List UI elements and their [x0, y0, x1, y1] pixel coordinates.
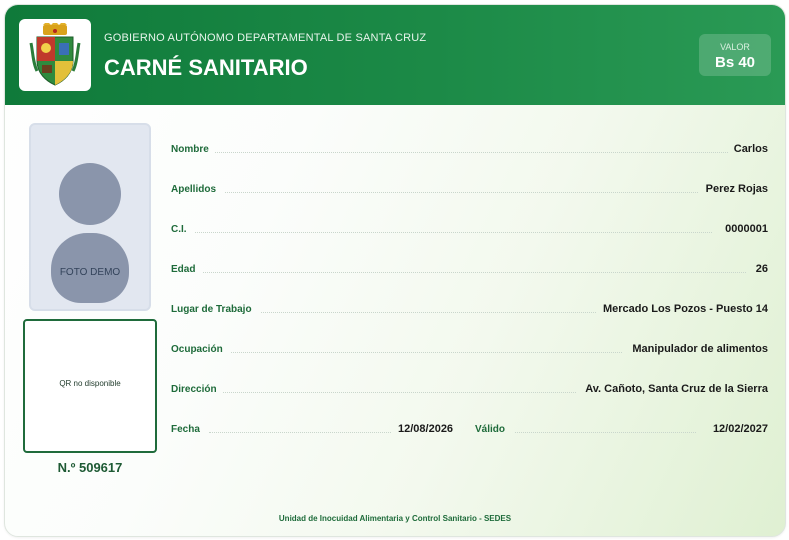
- photo-label: FOTO DEMO: [59, 267, 121, 278]
- value-badge: VALOR Bs 40: [699, 34, 771, 76]
- field-label: C.I.: [171, 224, 187, 235]
- field-label-valido: Válido: [475, 424, 506, 435]
- value-label: VALOR: [720, 42, 750, 52]
- field-value-fecha: 12/08/2026: [398, 423, 454, 435]
- dotted-leader: [209, 432, 391, 433]
- serial-number: N.º 509617: [57, 460, 123, 475]
- document-title: CARNÉ SANITARIO: [104, 55, 308, 80]
- dotted-leader: [515, 432, 696, 433]
- government-name: GOBIERNO AUTÓNOMO DEPARTAMENTAL DE SANTA…: [104, 32, 427, 44]
- footer-text: Unidad de Inocuidad Alimentaria y Contro…: [278, 514, 512, 523]
- logo-box: [19, 19, 91, 91]
- field-value-valido: 12/02/2027: [712, 423, 768, 435]
- value-amount: Bs 40: [714, 54, 756, 71]
- field-label: Ocupación: [171, 344, 223, 355]
- photo-placeholder: FOTO DEMO: [29, 123, 151, 311]
- field-value: 0000001: [725, 223, 768, 235]
- field-row-apellidos: Apellidos Perez Rojas: [171, 181, 768, 201]
- dotted-leader: [195, 232, 712, 233]
- dotted-leader: [215, 152, 728, 153]
- avatar-head: [59, 163, 121, 225]
- dotted-leader: [231, 352, 622, 353]
- field-row-ocupacion: Ocupación Manipulador de alimentos: [171, 341, 768, 361]
- dotted-leader: [203, 272, 746, 273]
- field-row-nombre: Nombre Carlos: [171, 141, 768, 161]
- field-value: Mercado Los Pozos - Puesto 14: [602, 303, 768, 315]
- coat-of-arms-icon: [29, 23, 81, 86]
- field-value: 26: [755, 263, 768, 275]
- field-label: Nombre: [171, 144, 209, 155]
- field-row-fecha-valido: Fecha 12/08/2026 Válido 12/02/2027: [171, 421, 768, 441]
- dotted-leader: [223, 392, 576, 393]
- field-value: Carlos: [733, 143, 768, 155]
- field-label: Edad: [171, 264, 196, 275]
- field-label: Apellidos: [171, 184, 217, 195]
- qr-code-box: QR no disponible: [23, 319, 157, 453]
- card-header: GOBIERNO AUTÓNOMO DEPARTAMENTAL DE SANTA…: [5, 5, 785, 105]
- dotted-leader: [261, 312, 596, 313]
- field-row-direccion: Dirección Av. Cañoto, Santa Cruz de la S…: [171, 381, 768, 401]
- field-value: Av. Cañoto, Santa Cruz de la Sierra: [585, 383, 768, 395]
- field-row-lugar-trabajo: Lugar de Trabajo Mercado Los Pozos - Pue…: [171, 301, 768, 321]
- field-row-ci: C.I. 0000001: [171, 221, 768, 241]
- field-row-edad: Edad 26: [171, 261, 768, 281]
- field-value: Manipulador de alimentos: [632, 343, 768, 355]
- field-label: Dirección: [171, 384, 217, 395]
- health-card: GOBIERNO AUTÓNOMO DEPARTAMENTAL DE SANTA…: [4, 4, 786, 537]
- dotted-leader: [225, 192, 698, 193]
- field-label: Lugar de Trabajo: [171, 304, 252, 315]
- field-label-fecha: Fecha: [171, 424, 200, 435]
- qr-label: QR no disponible: [59, 379, 121, 388]
- field-value: Perez Rojas: [705, 183, 768, 195]
